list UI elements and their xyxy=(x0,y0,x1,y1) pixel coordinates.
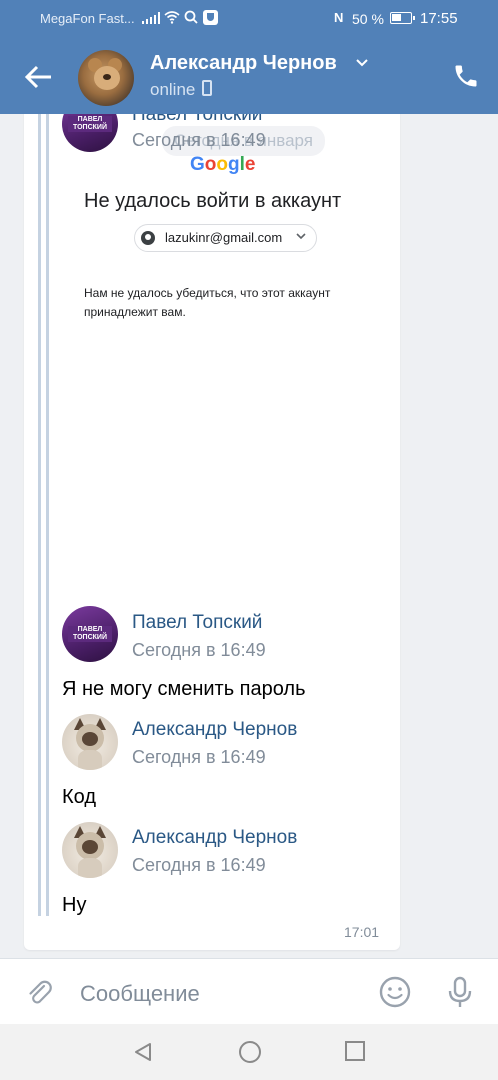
message-input-bar: Сообщение xyxy=(0,958,498,1024)
message-date: Сегодня в 16:49 xyxy=(132,747,266,767)
screenshot-title: Не удалось войти в аккаунт xyxy=(84,190,342,212)
status-clock: 17:55 xyxy=(420,10,458,27)
sender-name[interactable]: Павел Топский xyxy=(132,114,262,126)
sender-name[interactable]: Павел Топский xyxy=(132,612,262,634)
sender-avatar[interactable]: ПАВЕЛ ТОПСКИЙ xyxy=(62,606,118,662)
chat-area[interactable]: ПАВЕЛ ТОПСКИЙ Павел Топский Сегодня в ян… xyxy=(0,114,498,958)
message-text: Ну xyxy=(62,894,87,916)
search-icon xyxy=(184,10,198,24)
forward-bar-nested xyxy=(46,114,49,916)
chevron-down-icon[interactable] xyxy=(355,58,369,68)
message-text: Код xyxy=(62,786,97,808)
chat-header: Александр Чернов online xyxy=(0,38,498,114)
paperclip-icon[interactable] xyxy=(24,977,54,1007)
system-nav-bar xyxy=(0,1024,498,1080)
signal-icon xyxy=(142,12,160,24)
sender-avatar[interactable] xyxy=(62,822,118,878)
contact-avatar[interactable] xyxy=(78,50,134,106)
sender-name[interactable]: Александр Чернов xyxy=(132,719,297,741)
account-email: lazukinr@gmail.com xyxy=(165,230,283,245)
nav-back-icon[interactable] xyxy=(132,1041,154,1063)
message-text: Я не могу сменить пароль xyxy=(62,678,306,700)
sender-name[interactable]: Александр Чернов xyxy=(132,827,297,849)
screenshot-description: Нам не удалось убедиться, что этот аккау… xyxy=(84,286,331,319)
status-bar: MegaFon Fast... N 50 % 17:55 xyxy=(0,0,498,38)
account-chip: lazukinr@gmail.com xyxy=(134,224,318,252)
message-date: Сегодня в 16:49 xyxy=(132,640,266,660)
contact-name[interactable]: Александр Чернов xyxy=(150,52,337,75)
message-timestamp: 17:01 xyxy=(344,924,380,940)
nfc-icon: N xyxy=(334,10,344,25)
microphone-icon[interactable] xyxy=(446,975,474,1009)
nav-recents-icon[interactable] xyxy=(344,1041,366,1063)
back-arrow-icon[interactable] xyxy=(22,60,56,94)
phone-call-icon[interactable] xyxy=(452,62,480,90)
forward-bar xyxy=(38,114,41,916)
mobile-phone-icon xyxy=(202,80,212,96)
sender-avatar[interactable] xyxy=(62,714,118,770)
account-icon xyxy=(141,231,155,245)
message-input[interactable]: Сообщение xyxy=(80,981,200,1007)
message-date: Сегодня в 16:49 xyxy=(132,855,266,875)
contact-status: online xyxy=(150,80,196,99)
battery-percent: 50 % xyxy=(352,11,384,27)
wifi-icon xyxy=(164,11,180,24)
google-logo: Google xyxy=(190,154,256,175)
battery-icon xyxy=(390,12,415,24)
attached-screenshot[interactable]: Google Не удалось войти в аккаунт lazuki… xyxy=(60,154,390,604)
chevron-down-icon xyxy=(296,233,306,240)
carrier-label: MegaFon Fast... xyxy=(40,11,135,26)
shield-icon xyxy=(203,10,218,25)
emoji-icon[interactable] xyxy=(378,975,412,1009)
message-date: Сегодня в 16:49 xyxy=(132,130,266,150)
nav-home-icon[interactable] xyxy=(238,1041,262,1065)
